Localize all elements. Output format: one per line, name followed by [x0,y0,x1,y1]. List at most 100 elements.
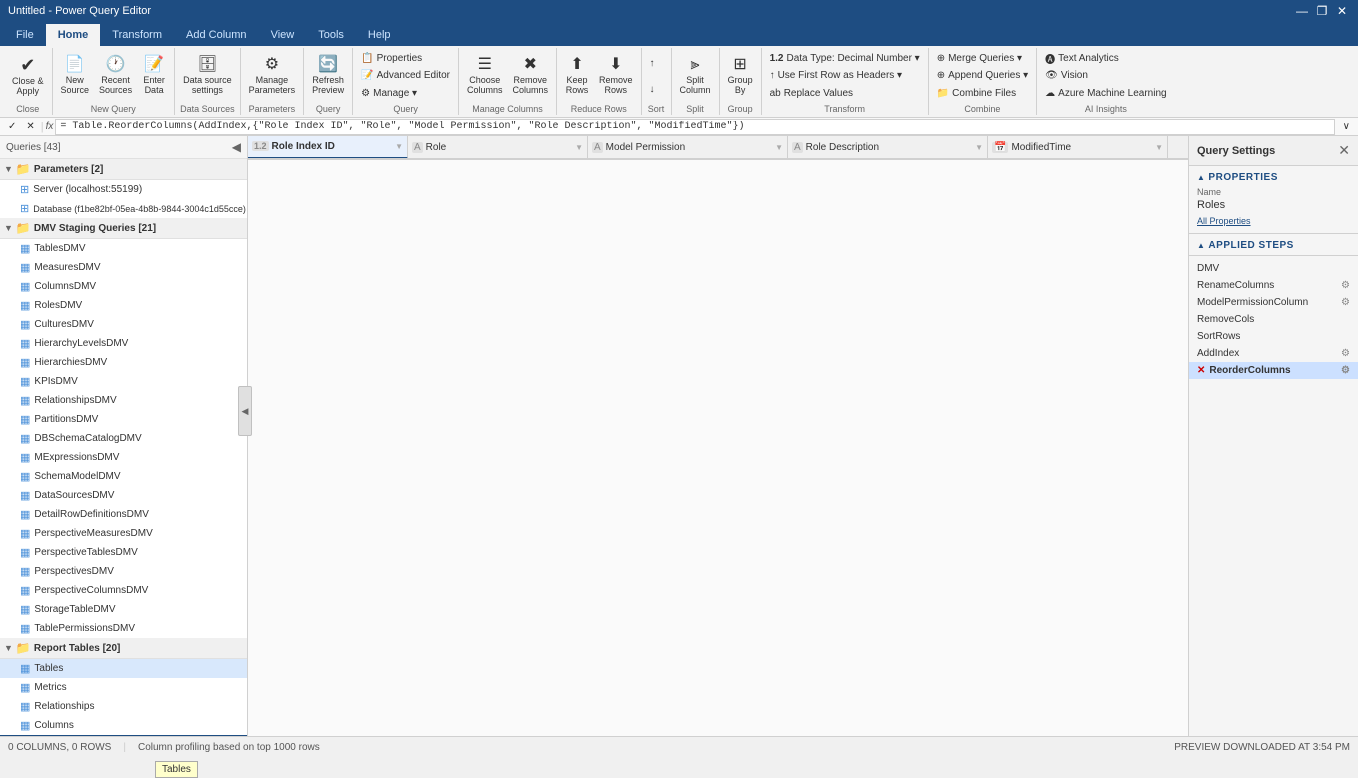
use-first-row-button[interactable]: ↑ Use First Row as Headers ▾ [766,67,924,84]
list-item[interactable]: ▦StorageTableDMV [0,600,247,619]
list-item[interactable]: ▦DataSourcesDMV [0,486,247,505]
col-header-modified-time[interactable]: 📅 ModifiedTime ▼ [988,136,1168,159]
list-item[interactable]: ⊞ Database (f1be82bf-05ea-4b8b-9844-3004… [0,199,247,218]
manage-parameters-button[interactable]: ⚙ ManageParameters [245,50,300,102]
list-item[interactable]: ▦DetailRowDefinitionsDMV [0,505,247,524]
choose-columns-button[interactable]: ☰ ChooseColumns [463,50,507,102]
settings-close-button[interactable]: ✕ [1338,142,1350,159]
properties-button[interactable]: 📋 Properties [357,50,454,67]
col-header-model-permission[interactable]: A Model Permission ▼ [588,136,788,159]
list-item[interactable]: ▦HierarchyLevelsDMV [0,334,247,353]
step-gear-icon[interactable]: ⚙ [1341,280,1350,291]
list-item[interactable]: ▦PartitionsDMV [0,410,247,429]
replace-values-button[interactable]: ab Replace Values [766,85,924,102]
step-item-rename-columns[interactable]: RenameColumns ⚙ [1189,277,1358,294]
sort-asc-icon: ↑ [650,58,655,69]
all-properties-link[interactable]: All Properties [1197,216,1251,226]
new-source-button[interactable]: 📄 NewSource [57,50,94,102]
list-item[interactable]: ▦MeasuresDMV [0,258,247,277]
list-item[interactable]: ▦TablePermissionsDMV [0,619,247,638]
col-header-role-description[interactable]: A Role Description ▼ [788,136,988,159]
list-item[interactable]: ▦DBSchemaCatalogDMV [0,429,247,448]
refresh-preview-button[interactable]: 🔄 RefreshPreview [308,50,348,102]
tab-view[interactable]: View [259,24,307,46]
list-item[interactable]: ▦MExpressionsDMV [0,448,247,467]
enter-data-button[interactable]: 📝 EnterData [138,50,170,102]
list-item[interactable]: ▦Tables [0,659,247,678]
col-type-icon: 1.2 [252,141,269,151]
remove-rows-button[interactable]: ⬇ RemoveRows [595,50,637,102]
formula-x-btn[interactable]: ✕ [22,119,38,135]
tab-transform[interactable]: Transform [100,24,174,46]
data-type-button[interactable]: 1.2 Data Type: Decimal Number ▾ [766,50,924,67]
recent-sources-button[interactable]: 🕐 RecentSources [95,50,136,102]
step-item-reorder-columns[interactable]: ✕ ReorderColumns ⚙ [1189,362,1358,379]
advanced-editor-button[interactable]: 📝 Advanced Editor [357,67,454,84]
split-column-button[interactable]: ⫸ SplitColumn [676,50,715,102]
keep-rows-button[interactable]: ⬆ KeepRows [561,50,593,102]
manage-button[interactable]: ⚙ Manage ▾ [357,85,454,102]
status-time: PREVIEW DOWNLOADED AT 3:54 PM [1174,742,1350,753]
tab-help[interactable]: Help [356,24,403,46]
tab-home[interactable]: Home [46,24,101,46]
sort-desc-button[interactable]: ↓ [646,80,659,98]
list-item[interactable]: ▦CulturesDMV [0,315,247,334]
list-item[interactable]: ▦ColumnsDMV [0,277,247,296]
list-item[interactable]: ▦TablesDMV [0,239,247,258]
col-header-role[interactable]: A Role ▼ [408,136,588,159]
list-item[interactable]: ▦PerspectivesDMV [0,562,247,581]
step-item-model-permission-column[interactable]: ModelPermissionColumn ⚙ [1189,294,1358,311]
list-item-roles-selected[interactable]: ▦Roles [0,735,247,736]
close-apply-button[interactable]: ✔ Close &Apply [8,50,48,102]
minimize-button[interactable]: — [1294,3,1310,19]
list-item[interactable]: ▦RolesDMV [0,296,247,315]
tab-file[interactable]: File [4,24,46,46]
list-item[interactable]: ▦PerspectiveTablesDMV [0,543,247,562]
vision-button[interactable]: 👁 Vision [1041,67,1170,84]
close-button[interactable]: ✕ [1334,3,1350,19]
formula-input[interactable] [55,119,1334,135]
tab-tools[interactable]: Tools [306,24,356,46]
list-item[interactable]: ▦Relationships [0,697,247,716]
list-item[interactable]: ▦HierarchiesDMV [0,353,247,372]
item-label: PerspectiveMeasuresDMV [34,528,152,539]
step-item-remove-cols[interactable]: RemoveCols [1189,311,1358,328]
maximize-button[interactable]: ❐ [1314,3,1330,19]
list-item[interactable]: ▦SchemaModelDMV [0,467,247,486]
remove-columns-button[interactable]: ✖ RemoveColumns [509,50,553,102]
manage-buttons: 📋 Properties 📝 Advanced Editor ⚙ Manage … [357,50,454,102]
list-item[interactable]: ▦PerspectiveMeasuresDMV [0,524,247,543]
list-item[interactable]: ▦RelationshipsDMV [0,391,247,410]
step-item-dmv[interactable]: DMV [1189,260,1358,277]
list-item[interactable]: ▦KPIsDMV [0,372,247,391]
step-gear-icon[interactable]: ⚙ [1341,348,1350,359]
merge-queries-button[interactable]: ⊕ Merge Queries ▾ [933,50,1032,67]
queries-collapse-btn[interactable]: ◀ [232,140,241,154]
group-by-button[interactable]: ⊞ GroupBy [724,50,757,102]
list-item[interactable]: ▦Metrics [0,678,247,697]
data-source-settings-button[interactable]: 🗄 Data sourcesettings [179,50,236,102]
list-item[interactable]: ⊞ Server (localhost:55199) [0,180,247,199]
text-analytics-button[interactable]: 🅐 Text Analytics [1041,50,1170,67]
group-header-dmv[interactable]: ▼ 📁 DMV Staging Queries [21] [0,218,247,239]
step-item-sort-rows[interactable]: SortRows [1189,328,1358,345]
combine-files-button[interactable]: 📁 Combine Files [933,85,1032,102]
step-gear-icon[interactable]: ⚙ [1341,297,1350,308]
azure-ml-button[interactable]: ☁ Azure Machine Learning [1041,85,1170,102]
tab-add-column[interactable]: Add Column [174,24,259,46]
list-item[interactable]: ▦PerspectiveColumnsDMV [0,581,247,600]
queries-list[interactable]: ▼ 📁 Parameters [2] ⊞ Server (localhost:5… [0,159,247,736]
split-column-label: SplitColumn [680,75,711,95]
step-item-add-index[interactable]: AddIndex ⚙ [1189,345,1358,362]
col-header-role-index-id[interactable]: 1.2 Role Index ID ▼ [248,136,408,159]
append-queries-button[interactable]: ⊕ Append Queries ▾ [933,67,1032,84]
sort-asc-button[interactable]: ↑ [646,54,659,72]
formula-check-btn[interactable]: ✓ [4,119,20,135]
group-header-report[interactable]: ▼ 📁 Report Tables [20] [0,638,247,659]
step-settings-icon[interactable]: ⚙ [1341,365,1350,376]
panel-collapse-arrow[interactable]: ◀ [238,386,252,436]
group-header-parameters[interactable]: ▼ 📁 Parameters [2] [0,159,247,180]
col-header-label: ModifiedTime [1011,142,1071,153]
list-item[interactable]: ▦Columns [0,716,247,735]
formula-expand-btn[interactable]: ∨ [1339,119,1354,135]
